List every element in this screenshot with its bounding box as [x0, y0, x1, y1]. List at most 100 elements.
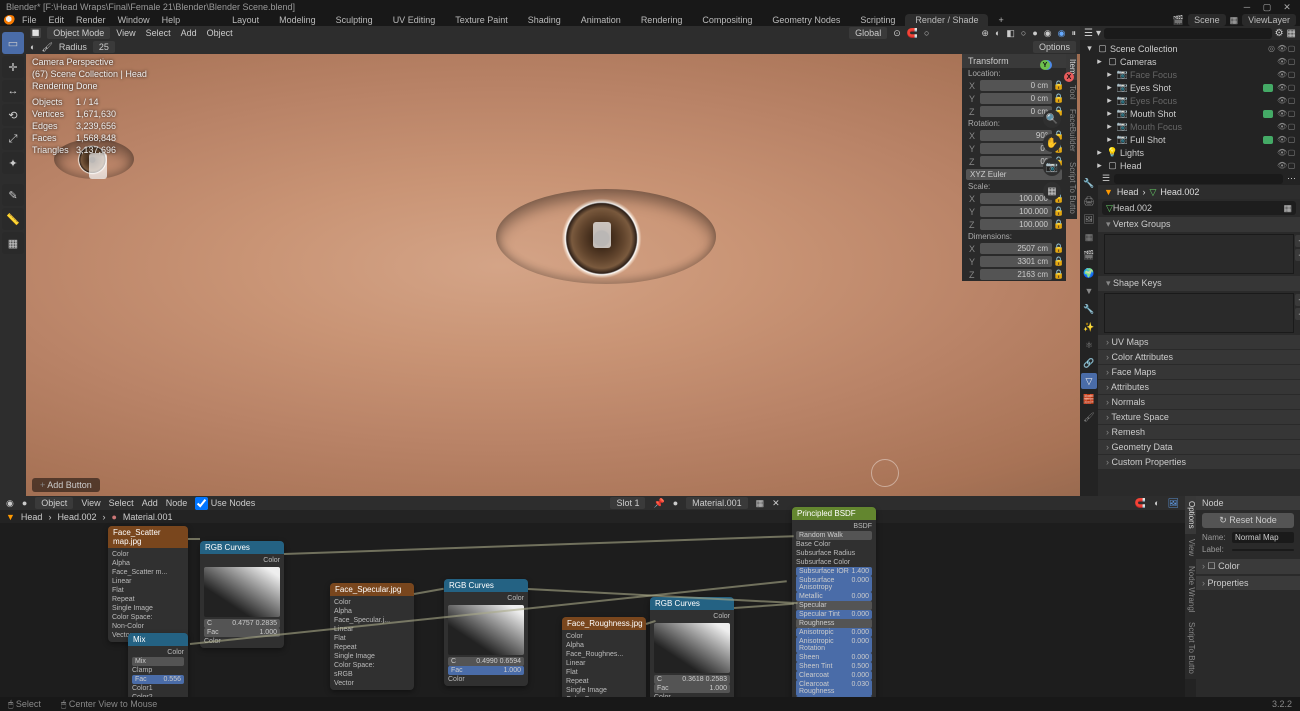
display-mode-icon[interactable]: ▾ [1096, 28, 1101, 39]
material-browse-icon[interactable]: ▦ [756, 498, 765, 509]
zoom-button[interactable]: 🔍 [1043, 110, 1061, 128]
slot-dropdown[interactable]: Slot 1 [610, 497, 645, 509]
node-menu-add[interactable]: Add [142, 498, 158, 508]
props-options-icon[interactable]: ⋯ [1287, 173, 1296, 184]
props-tab-3[interactable]: ▦ [1081, 229, 1097, 245]
node-tab-options[interactable]: Options [1185, 496, 1196, 534]
node-rgb-curves[interactable]: RGB CurvesColorC0.4757 0.2835Fac1.000Col… [200, 541, 284, 648]
radius-value[interactable]: 25 [93, 41, 115, 53]
add-workspace-button[interactable]: + [988, 14, 1013, 26]
props-tab-4[interactable]: 🎬 [1081, 247, 1097, 263]
node-name-field[interactable]: Normal Map [1232, 532, 1294, 543]
tab-render---shade[interactable]: Render / Shade [905, 14, 988, 26]
outliner-item-full-shot[interactable]: ▸📷Full Shot👁▢ [1080, 133, 1300, 146]
node-tab-script-to-butto[interactable]: Script To Butto [1185, 617, 1196, 679]
node-tab-view[interactable]: View [1185, 534, 1196, 561]
snap-node-icon[interactable]: 🧲 [1135, 498, 1146, 509]
props-tab-2[interactable]: 🖼 [1081, 211, 1097, 227]
add-tool[interactable]: ▦ [2, 232, 24, 254]
orientation-dropdown[interactable]: Global [849, 27, 887, 39]
pause-render-icon[interactable]: ⏸ [1071, 28, 1076, 39]
props-section-color-attributes[interactable]: › Color Attributes [1098, 350, 1300, 364]
props-search[interactable] [1114, 174, 1283, 184]
annotate-tool[interactable]: ✎ [2, 184, 24, 206]
outliner-type-icon[interactable]: ☰ [1084, 28, 1093, 39]
outliner-item-eyes-focus[interactable]: ▸📷Eyes Focus👁▢ [1080, 94, 1300, 107]
props-tab-11[interactable]: ▽ [1081, 373, 1097, 389]
viewport-menu-add[interactable]: Add [181, 28, 197, 38]
add-item-button[interactable]: + [1295, 294, 1300, 306]
node-label-field[interactable] [1232, 549, 1294, 551]
nav-gizmo[interactable]: Z Y X [1030, 60, 1074, 104]
outliner-item-mouth-focus[interactable]: ▸📷Mouth Focus👁▢ [1080, 120, 1300, 133]
tab-shading[interactable]: Shading [518, 14, 571, 26]
props-section-attributes[interactable]: › Attributes [1098, 380, 1300, 394]
menu-edit[interactable]: Edit [49, 15, 65, 25]
node-face-roughness-jpg[interactable]: Face_Roughness.jpgColorAlphaFace_Roughne… [562, 617, 646, 697]
outliner-root[interactable]: ▾▢Scene Collection◎👁▢ [1080, 42, 1300, 55]
scale-tool[interactable]: ⤢ [2, 128, 24, 150]
mesh-name-field[interactable]: ▽ Head.002 ▦ [1102, 201, 1296, 215]
props-tab-12[interactable]: 🧱 [1081, 391, 1097, 407]
x-axis-icon[interactable]: X [1064, 72, 1074, 82]
node-panel-header[interactable]: Node [1196, 496, 1300, 510]
props-tab-6[interactable]: ▼ [1081, 283, 1097, 299]
props-tab-0[interactable]: 🔧 [1081, 175, 1097, 191]
tool-settings-icon[interactable]: ◐ [30, 42, 35, 52]
pin-icon[interactable]: 📌 [653, 498, 664, 509]
menu-file[interactable]: File [22, 15, 37, 25]
select-tool[interactable]: ▭ [2, 32, 24, 54]
shading-wire-icon[interactable]: ○ [1021, 28, 1026, 38]
outliner-item-face-focus[interactable]: ▸📷Face Focus👁▢ [1080, 68, 1300, 81]
gizmo-icon[interactable]: ⊕ [981, 28, 989, 39]
mode-dropdown[interactable]: Object Mode [47, 27, 110, 39]
node-tab-node-wrangl[interactable]: Node Wrangl [1185, 561, 1196, 618]
move-tool[interactable]: ↔ [2, 80, 24, 102]
minimize-button[interactable]: ─ [1240, 2, 1254, 12]
shading-material-icon[interactable]: ◉ [1044, 28, 1052, 39]
outliner-item-cameras[interactable]: ▸▢Cameras👁▢ [1080, 55, 1300, 68]
close-button[interactable]: ✕ [1280, 2, 1294, 12]
transform-tool[interactable]: ✦ [2, 152, 24, 174]
outliner-item-lights[interactable]: ▸💡Lights👁▢ [1080, 146, 1300, 159]
viewport-menu-object[interactable]: Object [207, 28, 233, 38]
props-section-shape-keys[interactable]: ▾ Shape Keys [1098, 276, 1300, 291]
node-rgb-curves[interactable]: RGB CurvesColorC0.4990 0.6594Fac1.000Col… [444, 579, 528, 686]
menu-help[interactable]: Help [162, 15, 181, 25]
options-dropdown[interactable]: Options [1033, 41, 1076, 53]
props-tab-5[interactable]: 🌍 [1081, 265, 1097, 281]
tab-rendering[interactable]: Rendering [631, 14, 693, 26]
props-tab-1[interactable]: 🖨 [1081, 193, 1097, 209]
backdrop-icon[interactable]: 🖼 [1168, 498, 1179, 509]
pivot-icon[interactable]: ⊙ [893, 28, 901, 39]
tab-sculpting[interactable]: Sculpting [326, 14, 383, 26]
editor-type-icon[interactable]: 🔲 [30, 28, 41, 39]
node-menu-view[interactable]: View [81, 498, 100, 508]
node-principled-bsdf[interactable]: Principled BSDFBSDFRandom WalkBase Color… [792, 507, 876, 697]
props-tab-7[interactable]: 🔧 [1081, 301, 1097, 317]
props-section-normals[interactable]: › Normals [1098, 395, 1300, 409]
proportional-icon[interactable]: ○ [924, 28, 929, 38]
object-dropdown[interactable]: Object [35, 497, 73, 509]
maximize-button[interactable]: ▢ [1260, 2, 1274, 12]
props-section-vertex-groups[interactable]: ▾ Vertex Groups [1098, 217, 1300, 232]
material-field[interactable]: Material.001 [686, 497, 748, 509]
scene-field[interactable]: Scene [1188, 14, 1226, 26]
props-section-texture-space[interactable]: › Texture Space [1098, 410, 1300, 424]
outliner-search[interactable] [1104, 28, 1272, 39]
tab-scripting[interactable]: Scripting [850, 14, 905, 26]
brush-icon[interactable]: 🖌 [41, 42, 52, 53]
node-menu-select[interactable]: Select [109, 498, 134, 508]
outliner-item-head[interactable]: ▸▢Head👁▢ [1080, 159, 1300, 172]
use-nodes-checkbox[interactable] [195, 497, 208, 510]
measure-tool[interactable]: 📏 [2, 208, 24, 230]
props-tab-10[interactable]: 🔗 [1081, 355, 1097, 371]
node-rgb-curves[interactable]: RGB CurvesColorC0.3618 0.2583Fac1.000Col… [650, 597, 734, 697]
viewport-menu-select[interactable]: Select [146, 28, 171, 38]
tab-compositing[interactable]: Compositing [692, 14, 762, 26]
pan-button[interactable]: ✋ [1043, 134, 1061, 152]
shading-render-icon[interactable]: ◉ [1058, 28, 1066, 39]
outliner-item-mouth-shot[interactable]: ▸📷Mouth Shot👁▢ [1080, 107, 1300, 120]
shading-solid-icon[interactable]: ● [1032, 28, 1037, 38]
node-type-icon[interactable]: ● [22, 498, 27, 508]
